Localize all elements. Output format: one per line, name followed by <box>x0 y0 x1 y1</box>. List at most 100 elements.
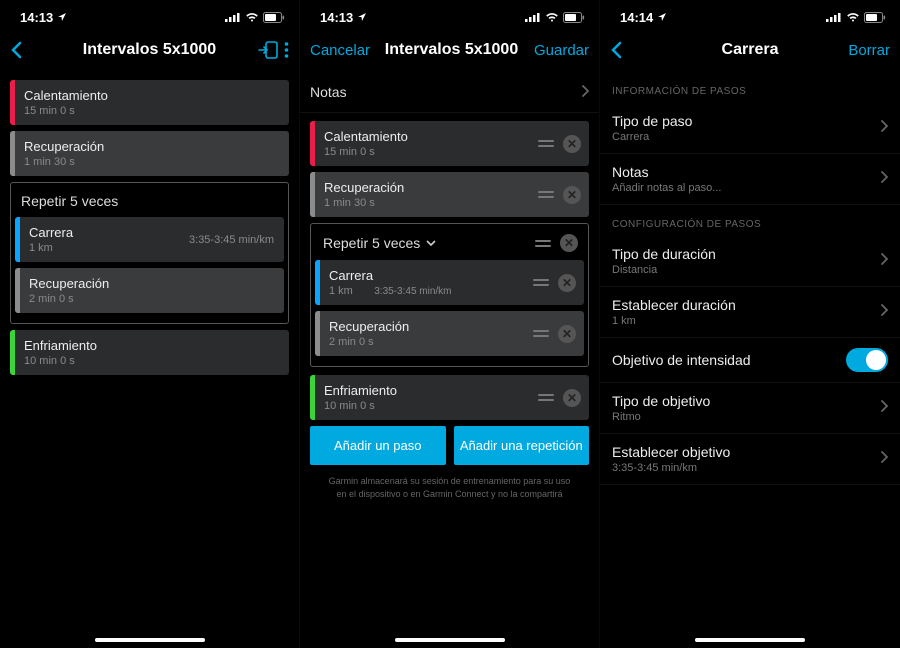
row-title: Tipo de duración <box>612 246 880 262</box>
chevron-right-icon <box>880 303 888 321</box>
repeat-block[interactable]: Repetir 5 veces ✕ Carrera 1 km 3:35-3:45… <box>310 223 589 367</box>
location-icon <box>57 12 67 22</box>
step-cooldown[interactable]: Enfriamiento 10 min 0 s <box>10 330 289 375</box>
status-bar: 14:14 <box>600 0 900 28</box>
row-sub: Ritmo <box>612 411 880 423</box>
row-sub: Carrera <box>612 131 880 143</box>
location-icon <box>657 12 667 22</box>
drag-handle-icon[interactable] <box>532 330 550 337</box>
step-recovery[interactable]: Recuperación 2 min 0 s ✕ <box>315 311 584 356</box>
step-recovery[interactable]: Recuperación 1 min 30 s ✕ <box>310 172 589 217</box>
notes-row[interactable]: Notas <box>300 72 599 113</box>
drag-handle-icon[interactable] <box>537 394 555 401</box>
chevron-right-icon <box>880 252 888 270</box>
location-icon <box>357 12 367 22</box>
step-sub: 10 min 0 s <box>324 400 529 412</box>
step-sub: 15 min 0 s <box>324 146 529 158</box>
row-intensity-target[interactable]: Objetivo de intensidad <box>600 338 900 383</box>
step-run[interactable]: Carrera 1 km 3:35-3:45 min/km <box>15 217 284 262</box>
delete-button[interactable]: Borrar <box>834 42 890 59</box>
repeat-block[interactable]: Repetir 5 veces Carrera 1 km 3:35-3:45 m… <box>10 182 289 324</box>
caret-down-icon[interactable] <box>426 240 436 246</box>
more-icon[interactable] <box>284 41 289 59</box>
cellular-icon <box>525 12 541 22</box>
status-time: 14:13 <box>320 10 353 25</box>
drag-handle-icon[interactable] <box>537 191 555 198</box>
chevron-left-icon <box>610 41 622 59</box>
step-sub: 10 min 0 s <box>24 355 279 367</box>
row-set-target[interactable]: Establecer objetivo 3:35-3:45 min/km <box>600 434 900 485</box>
row-title: Tipo de objetivo <box>612 393 880 409</box>
row-target-type[interactable]: Tipo de objetivo Ritmo <box>600 383 900 434</box>
status-bar: 14:13 <box>300 0 599 28</box>
drag-handle-icon[interactable] <box>537 140 555 147</box>
chevron-right-icon <box>880 399 888 417</box>
drag-handle-icon[interactable] <box>534 240 552 247</box>
row-sub: 1 km <box>612 315 880 327</box>
cellular-icon <box>225 12 241 22</box>
step-sub: 2 min 0 s <box>329 336 524 348</box>
row-sub: 3:35-3:45 min/km <box>612 462 880 474</box>
delete-step-button[interactable]: ✕ <box>558 325 576 343</box>
status-bar: 14:13 <box>0 0 299 28</box>
step-run[interactable]: Carrera 1 km 3:35-3:45 min/km ✕ <box>315 260 584 305</box>
step-cooldown[interactable]: Enfriamiento 10 min 0 s ✕ <box>310 375 589 420</box>
step-label: Calentamiento <box>324 129 529 144</box>
battery-icon <box>563 12 585 23</box>
wifi-icon <box>245 12 259 22</box>
step-label: Enfriamiento <box>324 383 529 398</box>
add-repeat-button[interactable]: Añadir una repetición <box>454 426 590 465</box>
step-warmup[interactable]: Calentamiento 15 min 0 s ✕ <box>310 121 589 166</box>
chevron-right-icon <box>880 450 888 468</box>
step-recovery[interactable]: Recuperación 1 min 30 s <box>10 131 289 176</box>
row-notes[interactable]: Notas Añadir notas al paso... <box>600 154 900 205</box>
step-warmup[interactable]: Calentamiento 15 min 0 s <box>10 80 289 125</box>
row-set-duration[interactable]: Establecer duración 1 km <box>600 287 900 338</box>
wifi-icon <box>846 12 860 22</box>
step-sub: 1 min 30 s <box>324 197 529 209</box>
row-duration-type[interactable]: Tipo de duración Distancia <box>600 236 900 287</box>
row-sub: Distancia <box>612 264 880 276</box>
page-title: Intervalos 5x1000 <box>66 41 233 59</box>
send-to-device-icon[interactable] <box>258 41 278 59</box>
delete-step-button[interactable]: ✕ <box>563 135 581 153</box>
nav-bar: Carrera Borrar <box>600 28 900 72</box>
drag-handle-icon[interactable] <box>532 279 550 286</box>
step-label: Recuperación <box>24 139 279 154</box>
save-button[interactable]: Guardar <box>533 42 589 59</box>
chevron-right-icon <box>880 119 888 137</box>
row-step-type[interactable]: Tipo de paso Carrera <box>600 103 900 154</box>
home-indicator[interactable] <box>95 638 205 642</box>
back-button[interactable] <box>10 41 66 59</box>
screen-workout-overview: 14:13 Intervalos 5x1000 C <box>0 0 300 648</box>
step-pace: 3:35-3:45 min/km <box>179 234 274 246</box>
cellular-icon <box>826 12 842 22</box>
step-recovery[interactable]: Recuperación 2 min 0 s <box>15 268 284 313</box>
notes-label: Notas <box>310 84 347 100</box>
delete-repeat-button[interactable]: ✕ <box>560 234 578 252</box>
cancel-button[interactable]: Cancelar <box>310 42 370 59</box>
nav-bar: Intervalos 5x1000 <box>0 28 299 72</box>
back-button[interactable] <box>610 41 666 59</box>
row-title: Establecer objetivo <box>612 444 880 460</box>
delete-step-button[interactable]: ✕ <box>563 389 581 407</box>
section-header-config: CONFIGURACIÓN DE PASOS <box>600 205 900 236</box>
repeat-label: Repetir 5 veces <box>323 235 420 251</box>
delete-step-button[interactable]: ✕ <box>563 186 581 204</box>
chevron-right-icon <box>581 84 589 100</box>
disclaimer-text: Garmin almacenará su sesión de entrenami… <box>310 465 589 510</box>
row-title: Notas <box>612 164 880 180</box>
step-label: Carrera <box>329 268 524 283</box>
step-label: Recuperación <box>324 180 529 195</box>
home-indicator[interactable] <box>695 638 805 642</box>
delete-step-button[interactable]: ✕ <box>558 274 576 292</box>
battery-icon <box>263 12 285 23</box>
intensity-toggle[interactable] <box>846 348 888 372</box>
step-label: Recuperación <box>29 276 274 291</box>
home-indicator[interactable] <box>395 638 505 642</box>
status-time: 14:14 <box>620 10 653 25</box>
add-step-button[interactable]: Añadir un paso <box>310 426 446 465</box>
step-label: Enfriamiento <box>24 338 279 353</box>
page-title: Carrera <box>666 41 834 59</box>
step-sub: 2 min 0 s <box>29 293 274 305</box>
